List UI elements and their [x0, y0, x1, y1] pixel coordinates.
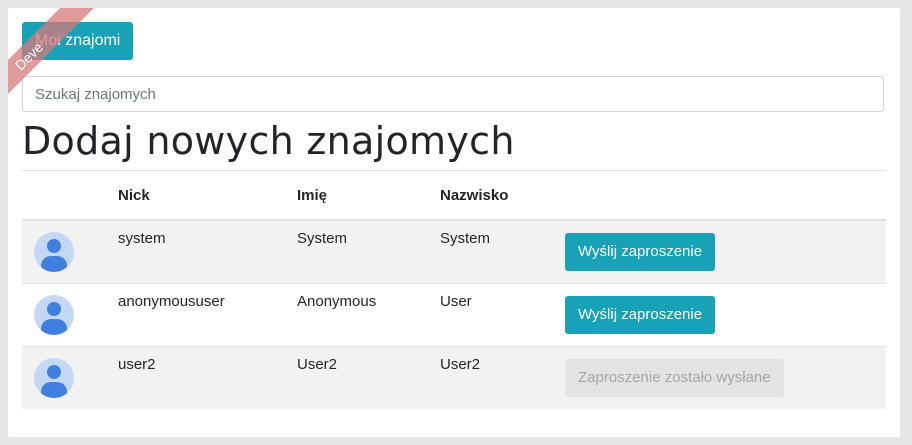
nick-cell: system	[118, 219, 297, 284]
nick-value: anonymoususer	[118, 292, 225, 310]
table-row: system System System Wyślij zaproszenie	[22, 219, 886, 284]
first-name-cell: Anonymous	[297, 283, 440, 347]
first-name-cell: User2	[297, 346, 440, 409]
last-name-cell: User	[440, 283, 565, 347]
user-avatar-icon	[34, 295, 74, 335]
action-cell: Zaproszenie zostało wysłane	[565, 346, 886, 409]
send-invitation-button[interactable]: Wyślij zaproszenie	[565, 296, 716, 334]
main-card: Deve Moi znajomi Dodaj nowych znajomych …	[8, 8, 900, 437]
header-nick: Nick	[118, 170, 297, 221]
action-cell: Wyślij zaproszenie	[565, 219, 886, 284]
last-name-cell: User2	[440, 346, 565, 409]
my-friends-button[interactable]: Moi znajomi	[22, 22, 134, 60]
header-last-name: Nazwisko	[440, 170, 565, 221]
page-title: Dodaj nowych znajomych	[22, 119, 515, 163]
avatar-cell	[22, 283, 118, 347]
last-name-value: User	[440, 292, 472, 310]
table-row: anonymoususer Anonymous User Wyślij zapr…	[22, 283, 886, 347]
invitation-sent-button: Zaproszenie zostało wysłane	[565, 359, 784, 397]
search-input[interactable]	[22, 76, 884, 112]
header-action	[565, 170, 886, 221]
nick-cell: anonymoususer	[118, 283, 297, 347]
last-name-value: User2	[440, 355, 481, 373]
table-header-row: Nick Imię Nazwisko	[22, 170, 886, 221]
users-table: Nick Imię Nazwisko system System System …	[22, 170, 886, 409]
header-avatar	[22, 170, 118, 221]
header-first-name: Imię	[297, 170, 440, 221]
user-avatar-icon	[34, 232, 74, 272]
avatar-cell	[22, 346, 118, 409]
last-name-cell: System	[440, 219, 565, 284]
nick-cell: user2	[118, 346, 297, 409]
send-invitation-button[interactable]: Wyślij zaproszenie	[565, 233, 716, 271]
avatar-cell	[22, 219, 118, 284]
action-cell: Wyślij zaproszenie	[565, 283, 886, 347]
first-name-value: System	[297, 229, 348, 247]
nick-value: system	[118, 229, 166, 247]
first-name-cell: System	[297, 219, 440, 284]
nick-value: user2	[118, 355, 156, 373]
user-avatar-icon	[34, 358, 74, 398]
first-name-value: Anonymous	[297, 292, 377, 310]
first-name-value: User2	[297, 355, 338, 373]
last-name-value: System	[440, 229, 491, 247]
table-row: user2 User2 User2 Zaproszenie zostało wy…	[22, 346, 886, 409]
